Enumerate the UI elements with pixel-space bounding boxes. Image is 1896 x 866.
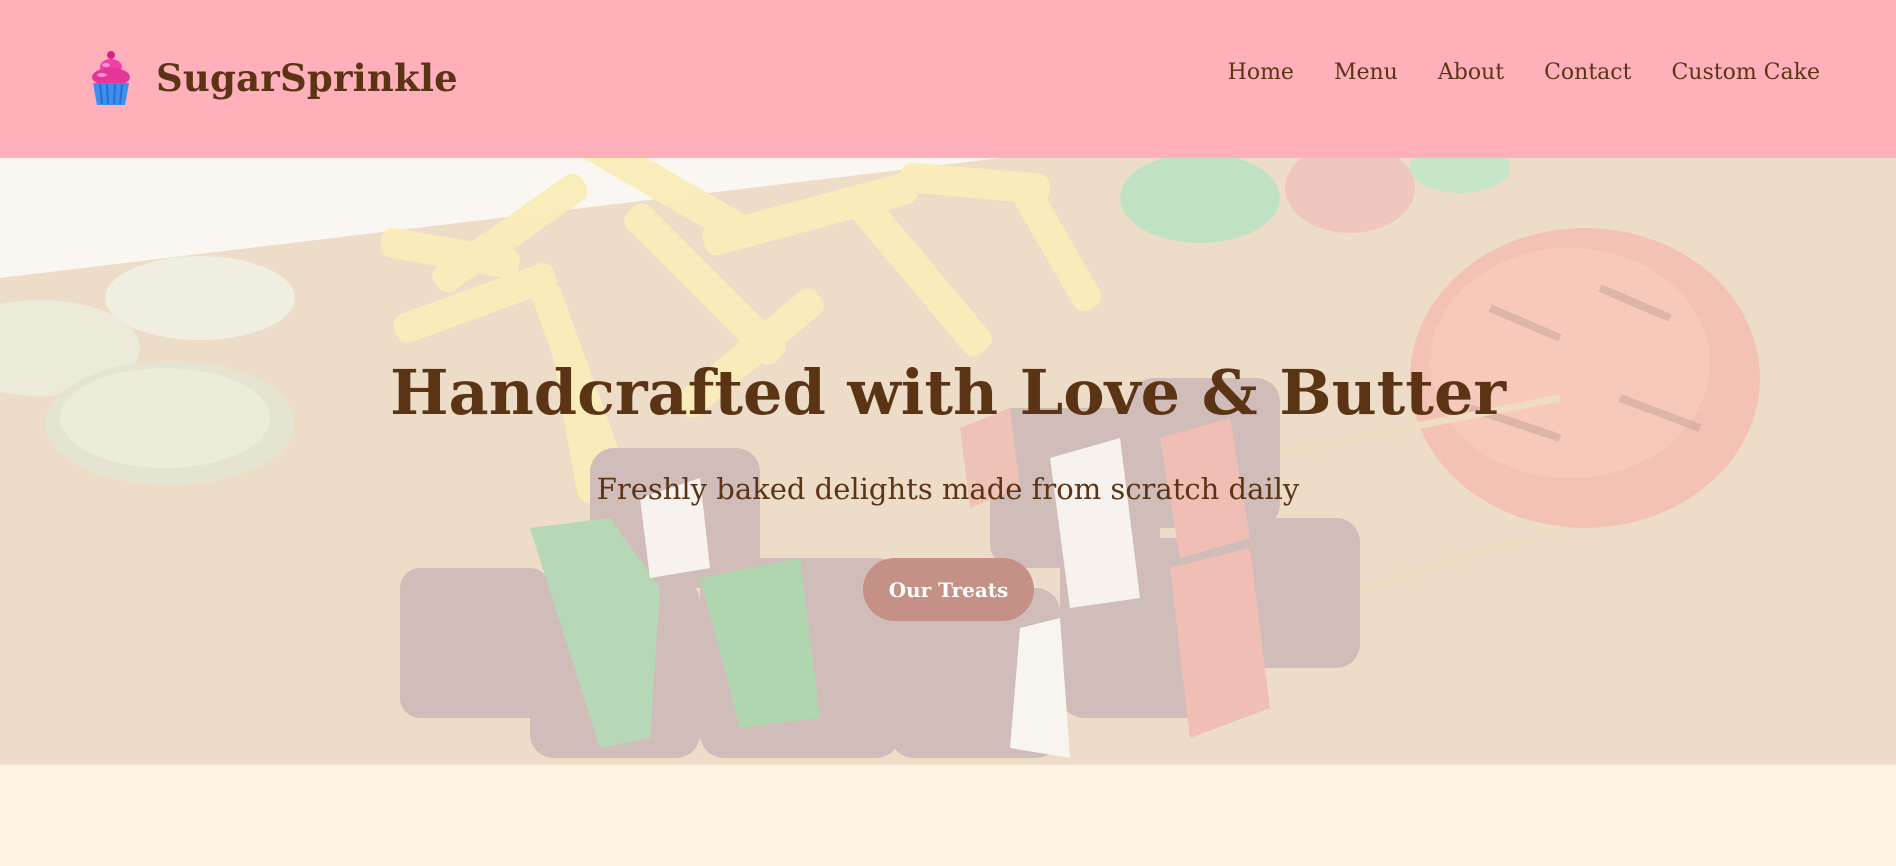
nav-link-menu[interactable]: Menu bbox=[1334, 60, 1398, 85]
brand-logo[interactable]: SugarSprinkle bbox=[88, 50, 458, 106]
site-header: SugarSprinkle Home Menu About Contact Cu… bbox=[0, 0, 1896, 158]
brand-name: SugarSprinkle bbox=[156, 56, 458, 100]
hero-title: Handcrafted with Love & Butter bbox=[389, 356, 1507, 429]
main-nav: Home Menu About Contact Custom Cake bbox=[1228, 60, 1820, 85]
cupcake-icon bbox=[92, 51, 130, 105]
nav-link-contact[interactable]: Contact bbox=[1544, 60, 1631, 85]
content-section bbox=[0, 765, 1896, 866]
our-treats-button[interactable]: Our Treats bbox=[863, 558, 1034, 621]
hero-subtitle: Freshly baked delights made from scratch… bbox=[596, 472, 1300, 506]
hero-section: Handcrafted with Love & Butter Freshly b… bbox=[0, 158, 1896, 765]
nav-link-custom-cake[interactable]: Custom Cake bbox=[1671, 60, 1820, 85]
hero-background-image bbox=[0, 158, 1896, 765]
nav-link-home[interactable]: Home bbox=[1228, 60, 1294, 85]
nav-link-about[interactable]: About bbox=[1438, 60, 1504, 85]
